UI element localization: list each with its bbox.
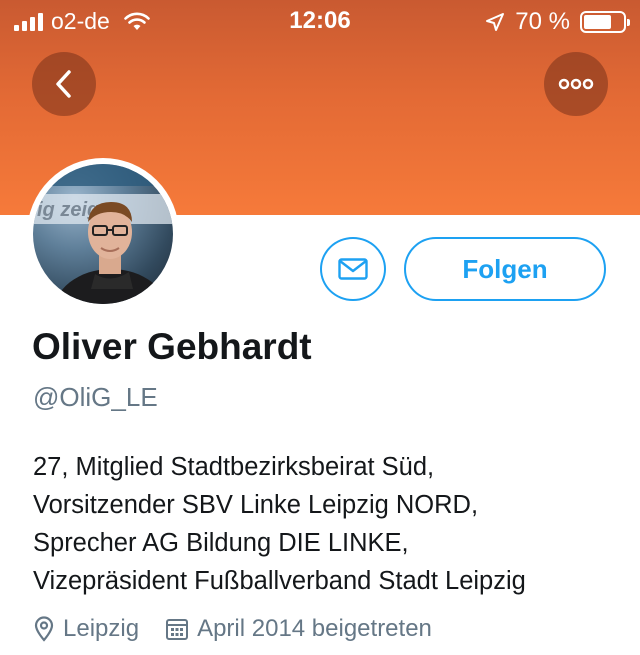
profile-name: Oliver Gebhardt [32,326,312,367]
back-button[interactable] [32,52,96,116]
status-bar: o2-de 12:06 70 % [0,0,640,40]
profile-meta: Leipzig April 2014 beigetreten [33,615,458,643]
bio-line: 27, Mitglied Stadtbezirksbeirat Süd, [33,453,435,481]
battery-icon [580,11,630,33]
message-button[interactable] [320,237,386,301]
avatar[interactable]: ig zeig [27,158,179,310]
bio-line: Vizepräsident Fußballverband Stadt Leipz… [33,567,526,595]
location-pin-icon [34,616,54,642]
more-options-button[interactable] [544,52,608,116]
battery-percentage: 70 % [515,8,570,35]
bio-line: Vorsitzender SBV Linke Leipzig NORD, [33,491,479,519]
chevron-left-icon [56,70,71,98]
envelope-icon [338,258,368,280]
status-right: 70 % [485,8,630,36]
location-arrow-icon [486,13,505,31]
avatar-photo: ig zeig [33,164,173,304]
follow-button[interactable]: Folgen [404,237,606,301]
profile-bio: 27, Mitglied Stadtbezirksbeirat Süd, Vor… [33,448,633,600]
bio-line: Sprecher AG Bildung DIE LINKE, [33,529,409,557]
avatar-portrait-icon: ig zeig [33,164,173,304]
join-date-text: April 2014 beigetreten [197,615,432,642]
calendar-icon [166,619,189,640]
location-text: Leipzig [63,615,140,642]
ellipsis-icon [558,78,594,90]
join-date: April 2014 beigetreten [165,615,432,643]
battery-fill [584,15,611,29]
location: Leipzig [33,615,139,643]
profile-handle: @OliG_LE [33,382,158,412]
